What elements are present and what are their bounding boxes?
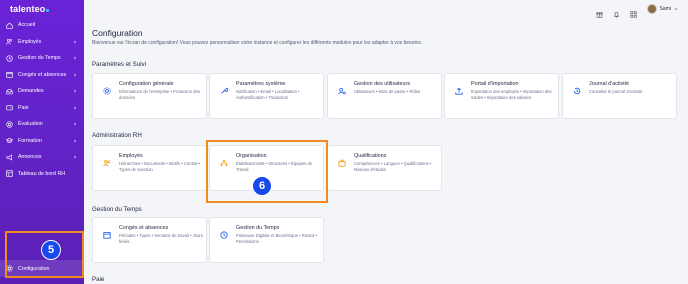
config-card[interactable]: Gestion des utilisateurs Utilisateurs • M… [327,73,442,119]
chevron-down-icon[interactable] [674,7,678,11]
card-title: Configuration générale [119,81,174,87]
chevron-right-icon [74,56,76,60]
config-card[interactable]: Configuration générale Informations de l'… [92,73,207,119]
page-header: Configuration Bienvenue sur l'écran de c… [92,28,688,46]
megaphone-icon [6,154,13,161]
home-icon [6,22,13,29]
gift-icon[interactable] [595,5,603,18]
sidebar-item-label: Formation [18,137,42,144]
card-title: Journal d'activité [589,81,629,87]
sidebar-item-accueil[interactable]: Accueil [0,17,84,34]
calendar-icon [103,226,111,239]
section-title-paie: Paie [92,276,105,283]
dashboard-icon [6,170,13,177]
card-title: Congés et absences [119,225,169,231]
sidebar-item-employes[interactable]: Employés [0,34,84,51]
step-badge-5: 5 [41,240,61,260]
users-icon [6,38,13,45]
upload-icon [455,82,463,95]
config-card[interactable]: Gestion du Temps Pointeuse Digitale et Bi… [209,217,324,263]
sidebar-item-label: Tableau de bord RH [18,170,66,177]
sidebar-item-tableau-de-bord-rh[interactable]: Tableau de bord RH [0,166,84,183]
employees-icon [103,154,111,167]
config-card[interactable]: Qualifications Compétences • Langues • Qu… [327,145,442,191]
chevron-right-icon [74,139,76,143]
card-description: Périodes • Types • Semaine de travail • … [119,233,203,244]
section-title-administration: Administration RH [92,132,142,139]
sidebar-item-label: Congés et absences [18,71,67,78]
wallet-icon [6,104,13,111]
config-card[interactable]: Paramètres système Notification • Email •… [209,73,324,119]
time-icon [220,226,228,239]
chevron-right-icon [74,73,76,77]
user-gear-icon [338,82,346,95]
card-description: Notification • Email • Localisation • Au… [236,89,300,100]
briefcase-icon [338,154,346,167]
card-description: Consulter le journal d'activité [589,89,643,94]
card-title: Qualifications [354,153,387,159]
clock-icon [6,55,13,62]
sidebar-item-paie[interactable]: Paie [0,100,84,117]
apps-grid-icon[interactable] [629,5,637,18]
sidebar-item-formation[interactable]: Formation [0,133,84,150]
brand-dot [46,9,50,12]
card-description: Hiérarchies • Documents • Motifs • Contr… [119,161,201,172]
config-card[interactable]: Congés et absences Périodes • Types • Sem… [92,217,207,263]
card-description: Compétences • Langues • Qualifications •… [354,161,432,172]
inbox-icon [6,88,13,95]
sidebar-item-label: Paie [18,104,29,111]
step-badge-6: 6 [252,176,272,196]
card-title: Paramètres système [236,81,286,87]
config-card[interactable]: Employés Hiérarchies • Documents • Motifs… [92,145,207,191]
card-title: Portail d'importation [471,81,519,87]
sidebar-item-label: Accueil [18,22,36,29]
brand-logo[interactable]: talenteo [10,4,50,14]
sidebar-item-evaluation[interactable]: Évaluation [0,116,84,133]
card-description: Pointeuse Digitale et Biométrique • Reta… [236,233,317,244]
bell-icon[interactable] [613,5,620,18]
page-subtitle: Bienvenue sur l'écran de configuration! … [92,40,423,46]
card-description: Informations de l'entreprise • Protectio… [119,89,200,100]
card-description: Utilisateurs • Mots de passe • Rôles [354,89,421,94]
calendar-icon [6,71,13,78]
section-title-gestion-temps: Gestion du Temps [92,206,142,213]
brand-name: talenteo [10,4,46,14]
target-icon [6,121,13,128]
chevron-right-icon [74,155,76,159]
chevron-right-icon [74,106,76,110]
settings-icon [103,82,111,95]
sidebar-item-annonces[interactable]: Annonces [0,149,84,166]
card-title: Gestion du Temps [236,225,280,231]
sidebar-item-conges-et-absences[interactable]: Congés et absences [0,67,84,84]
chevron-right-icon [74,122,76,126]
card-title: Employés [119,153,143,159]
config-card[interactable]: Journal d'activité Consulter le journal d… [562,73,677,119]
top-bar: Sami [84,0,688,18]
sidebar-item-demandes[interactable]: Demandes [0,83,84,100]
sidebar-item-label: Employés [18,38,42,45]
chevron-right-icon [74,40,76,44]
wrench-icon [220,82,229,94]
section-title-parametres: Paramètres et Suivi [92,61,146,68]
sidebar-item-label: Évaluation [18,121,43,128]
history-icon [573,82,581,95]
config-card[interactable]: Portail d'importation Importation des emp… [444,73,559,119]
sidebar-item-label: Annonces [18,154,42,161]
user-name[interactable]: Sami [660,6,671,12]
sidebar-nav: Accueil Employés Gestion du Temps Congés et… [0,17,84,182]
card-description: Importation des employés • Importation d… [471,89,552,100]
avatar[interactable] [646,3,657,14]
graduation-icon [6,137,13,144]
page-title: Configuration [92,28,143,38]
chevron-right-icon [74,89,76,93]
sidebar-item-gestion-du-temps[interactable]: Gestion du Temps [0,50,84,67]
sidebar-item-label: Demandes [18,88,44,95]
sidebar-item-label: Gestion du Temps [18,55,61,62]
card-title: Gestion des utilisateurs [354,81,411,87]
top-actions: Sami [595,2,688,18]
